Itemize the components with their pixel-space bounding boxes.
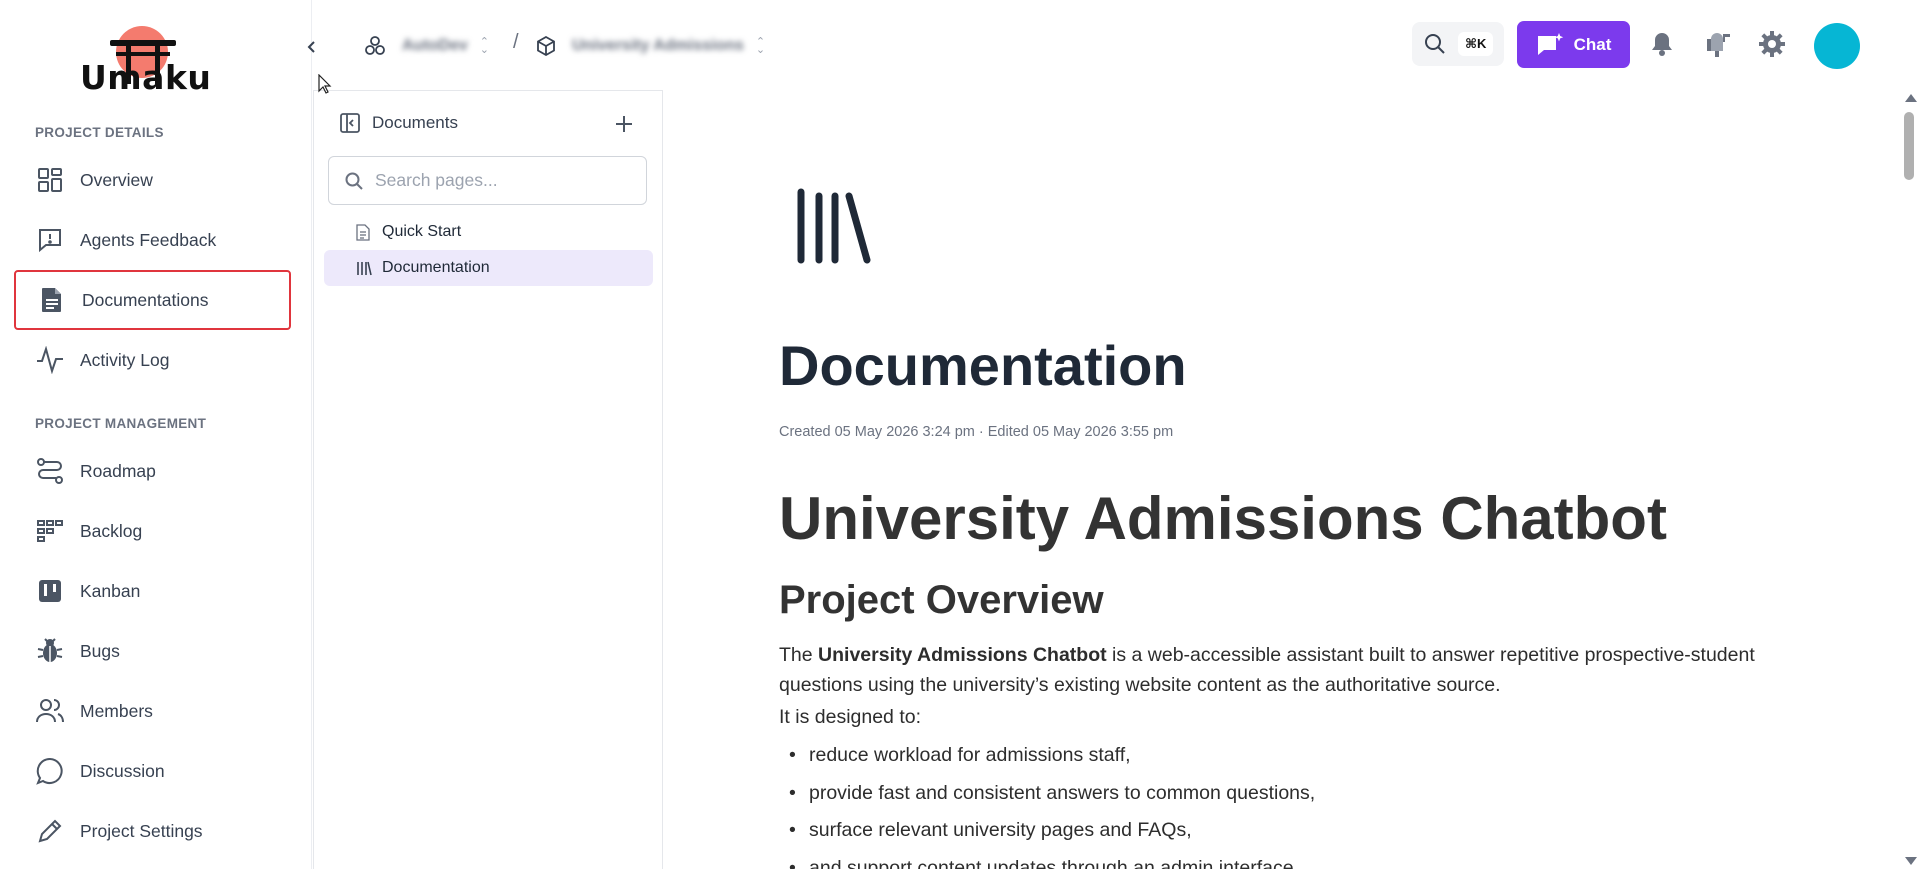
search-shortcut-badge: ⌘K — [1458, 32, 1494, 56]
section-project-details: PROJECT DETAILS — [35, 125, 164, 140]
sidebar-item-documentations[interactable]: Documentations — [14, 270, 291, 330]
chat-button-label: Chat — [1573, 34, 1612, 54]
mouse-cursor-icon — [318, 73, 332, 99]
sidebar-item-members[interactable]: Members — [14, 687, 290, 735]
doc-paragraph-bold: University Admissions Chatbot — [818, 644, 1107, 666]
backlog-icon — [36, 517, 64, 545]
page-title[interactable]: Documentation — [779, 333, 1187, 398]
page-item-documentation[interactable]: Documentation — [324, 250, 653, 286]
sidebar-item-kanban[interactable]: Kanban — [14, 567, 290, 615]
breadcrumb-workspace-label: AutoDev — [402, 37, 468, 54]
feedback-icon — [36, 226, 64, 254]
sidebar-item-label: Overview — [80, 169, 153, 190]
page-item-label: Documentation — [382, 259, 490, 276]
sidebar-item-label: Activity Log — [80, 349, 170, 370]
grid-icon — [36, 166, 64, 194]
chevron-updown-icon: ⌃ ⌄ — [755, 36, 766, 56]
workspace-icon — [365, 36, 385, 55]
sidebar-item-label: Roadmap — [80, 460, 156, 481]
members-icon — [36, 697, 64, 725]
breadcrumb-separator: / — [513, 31, 519, 53]
document-icon — [38, 286, 66, 314]
logo-text: Umaku — [80, 58, 212, 97]
sidebar-item-discussion[interactable]: Discussion — [14, 747, 290, 795]
discussion-icon — [36, 757, 64, 785]
inbox-button[interactable] — [1703, 30, 1731, 58]
cube-icon — [537, 36, 555, 56]
scroll-thumb[interactable] — [1904, 112, 1914, 180]
page-icon — [356, 223, 374, 241]
sidebar-item-label: Backlog — [80, 520, 143, 541]
gear-icon — [1759, 31, 1785, 57]
sidebar-item-agents-feedback[interactable]: Agents Feedback — [14, 216, 290, 264]
section-project-management: PROJECT MANAGEMENT — [35, 416, 207, 431]
content-scrollbar[interactable] — [1900, 90, 1920, 869]
activity-icon — [36, 346, 64, 374]
chevron-updown-icon: ⌃ ⌄ — [479, 36, 489, 56]
logo-torii — [110, 40, 176, 46]
doc-paragraph-prefix: The — [779, 644, 819, 666]
breadcrumb-project-label: University Admissions — [572, 37, 744, 54]
settings-button[interactable] — [1758, 30, 1786, 58]
avatar[interactable] — [1814, 23, 1860, 69]
search-icon — [1425, 34, 1445, 54]
kanban-icon — [36, 577, 64, 605]
page-item-label: Quick Start — [382, 223, 462, 240]
scroll-up-arrow-icon[interactable] — [1905, 94, 1917, 102]
sidebar-item-label: Documentations — [82, 289, 209, 310]
doc-bullet-list: reduce workload for admissions staff, pr… — [779, 744, 1315, 869]
search-pages-field[interactable] — [328, 156, 647, 205]
sidebar-item-backlog[interactable]: Backlog — [14, 507, 290, 555]
global-search-button[interactable]: ⌘K — [1412, 22, 1504, 66]
collapse-sidebar-button[interactable] — [298, 33, 326, 61]
chat-button[interactable]: Chat — [1517, 21, 1630, 68]
sidebar-item-label: Kanban — [80, 580, 141, 601]
pencil-icon — [36, 817, 64, 845]
umaku-logo[interactable]: Umaku — [78, 22, 212, 97]
list-item[interactable]: provide fast and consistent answers to c… — [779, 782, 1315, 820]
library-icon — [356, 261, 374, 276]
notifications-button[interactable] — [1648, 30, 1676, 58]
doc-paragraph[interactable]: The University Admissions Chatbot is a w… — [779, 640, 1789, 700]
sidebar: Umaku PROJECT DETAILS Overview Agents Fe… — [0, 0, 312, 869]
sidebar-item-label: Bugs — [80, 640, 120, 661]
sidebar-item-project-settings[interactable]: Project Settings — [14, 807, 290, 855]
doc-heading-2[interactable]: Project Overview — [779, 578, 1104, 623]
sidebar-item-label: Project Settings — [80, 820, 203, 841]
sidebar-item-label: Agents Feedback — [80, 229, 217, 250]
list-item[interactable]: and support content updates through an a… — [779, 857, 1315, 869]
sidebar-item-bugs[interactable]: Bugs — [14, 627, 290, 675]
search-pages-input[interactable] — [375, 170, 635, 191]
panel-collapse-icon[interactable] — [340, 113, 360, 133]
roadmap-icon — [36, 457, 64, 485]
doc-paragraph-2[interactable]: It is designed to: — [779, 706, 921, 729]
library-icon[interactable] — [795, 186, 875, 271]
logo-torii-bar — [116, 52, 170, 56]
sidebar-item-activity-log[interactable]: Activity Log — [14, 336, 290, 384]
documents-header: Documents — [340, 113, 458, 133]
page-timestamps: Created 05 May 2026 3:24 pm · Edited 05 … — [779, 424, 1174, 440]
scroll-down-arrow-icon[interactable] — [1905, 857, 1917, 865]
breadcrumb-project[interactable]: University Admissions ⌃ ⌄ — [536, 32, 765, 60]
chevron-left-icon — [307, 41, 315, 53]
bug-icon — [36, 637, 64, 665]
add-page-button[interactable] — [611, 111, 637, 137]
bell-icon — [1652, 33, 1672, 56]
sidebar-item-label: Discussion — [80, 760, 165, 781]
documents-panel: Documents Quick Start Documentation — [313, 90, 663, 869]
sidebar-item-overview[interactable]: Overview — [14, 156, 290, 204]
documents-title: Documents — [372, 113, 458, 132]
chat-sparkle-icon — [1537, 32, 1563, 55]
sidebar-item-roadmap[interactable]: Roadmap — [14, 447, 290, 495]
list-item[interactable]: surface relevant university pages and FA… — [779, 819, 1315, 857]
doc-heading-1[interactable]: University Admissions Chatbot — [779, 484, 1667, 553]
list-item[interactable]: reduce workload for admissions staff, — [779, 744, 1315, 782]
page-item-quick-start[interactable]: Quick Start — [324, 214, 653, 250]
mailbox-icon — [1707, 33, 1730, 57]
sidebar-item-label: Members — [80, 700, 153, 721]
plus-icon — [616, 116, 632, 132]
search-icon — [345, 172, 363, 190]
breadcrumb-workspace[interactable]: AutoDev ⌃ ⌄ — [364, 32, 489, 60]
